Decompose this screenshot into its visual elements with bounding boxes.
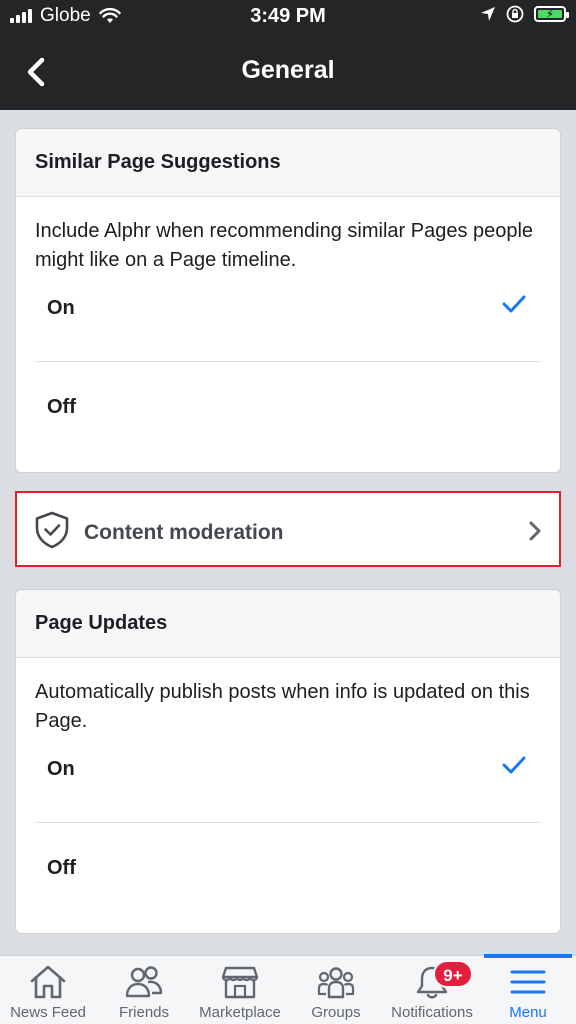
tab-friends[interactable]: Friends [96,956,192,1024]
option-off[interactable]: Off [35,362,541,454]
orientation-lock-icon [506,5,524,23]
tab-groups[interactable]: Groups [288,956,384,1024]
section-description: Include Alphr when recommending similar … [35,220,534,271]
chevron-right-icon [529,521,541,541]
checkmark-icon [502,295,526,313]
tab-notifications[interactable]: 9+ Notifications [384,956,480,1024]
page-updates-card: Page Updates Automatically publish posts… [15,589,561,934]
section-title: Page Updates [16,590,560,658]
option-label: Off [47,396,76,418]
option-label: On [47,297,75,319]
nav-bar: General [0,34,576,110]
content-moderation-row[interactable]: Content moderation [15,491,561,567]
notification-badge: 9+ [433,960,473,988]
page-title: General [241,56,335,84]
option-label: On [47,758,75,780]
tab-label: Notifications [391,1004,473,1021]
home-icon [30,965,66,999]
tab-news-feed[interactable]: News Feed [0,956,96,1024]
tab-label: Friends [118,1004,170,1021]
option-label: Off [47,857,76,879]
groups-icon [317,967,355,999]
content-moderation-label: Content moderation [84,521,284,544]
tab-menu[interactable]: Menu [484,954,572,1024]
active-tab-indicator [484,954,572,958]
marketplace-icon [221,966,259,999]
option-on[interactable]: On [35,275,541,361]
section-title: Similar Page Suggestions [16,129,560,197]
shield-check-icon [35,511,69,549]
status-bar: Globe 3:49 PM ⚡ [0,0,576,34]
section-description: Automatically publish posts when info is… [35,681,530,732]
option-on[interactable]: On [35,736,541,822]
tab-label: Groups [311,1004,361,1021]
tab-label: Menu [509,1004,547,1021]
checkmark-icon [502,756,526,774]
tab-label: Marketplace [199,1004,281,1021]
tab-bar: News Feed Friends Marketplace Groups 9+ … [0,954,576,1024]
location-icon [481,7,495,21]
top-bar: Globe 3:49 PM ⚡ General [0,0,576,110]
tab-marketplace[interactable]: Marketplace [192,956,288,1024]
similar-page-suggestions-card: Similar Page Suggestions Include Alphr w… [15,128,561,473]
battery-icon: ⚡ [534,6,569,22]
menu-icon [510,970,546,994]
tab-label: News Feed [10,1004,86,1021]
friends-icon [125,966,163,998]
option-off[interactable]: Off [35,823,541,915]
